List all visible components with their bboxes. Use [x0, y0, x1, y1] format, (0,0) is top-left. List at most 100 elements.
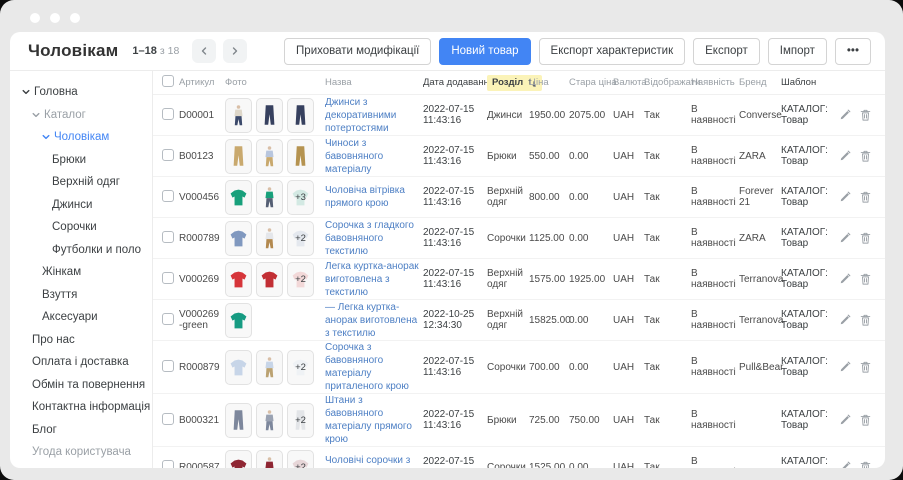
column-header-display[interactable]: Відображати — [644, 77, 691, 88]
product-name-link[interactable]: Сорочка з бавовняного матеріалу притален… — [325, 342, 409, 392]
edit-button[interactable] — [839, 414, 851, 426]
row-checkbox[interactable] — [162, 108, 174, 120]
edit-button[interactable] — [839, 150, 851, 162]
sidebar-item-оплата-і-доставка[interactable]: Оплата і доставка — [10, 351, 152, 374]
product-photo[interactable] — [256, 350, 283, 385]
row-checkbox[interactable] — [162, 149, 174, 161]
row-checkbox[interactable] — [162, 190, 174, 202]
sidebar-item-відгуки-про-магазин[interactable]: Відгуки про магазин — [10, 464, 152, 469]
product-name-link[interactable]: — Легка куртка-анорак виготовлена з текс… — [325, 302, 417, 339]
window-control-dot[interactable] — [70, 13, 80, 23]
window-control-dot[interactable] — [50, 13, 60, 23]
product-photo[interactable] — [256, 98, 283, 133]
sidebar-item-футболки-и-поло[interactable]: Футболки и поло — [10, 239, 152, 262]
product-photo[interactable] — [225, 450, 252, 469]
product-name-link[interactable]: Чоловічі сорочки з легкого текстилю — [325, 455, 410, 468]
sidebar-item-каталог[interactable]: Каталог — [10, 104, 152, 127]
delete-button[interactable] — [860, 273, 871, 285]
row-checkbox[interactable] — [162, 231, 174, 243]
row-checkbox[interactable] — [162, 360, 174, 372]
hide-modifications-button[interactable]: Приховати модифікації — [284, 38, 431, 65]
more-photos-badge[interactable]: +2 — [287, 262, 314, 297]
column-header-price[interactable]: Ціна — [529, 77, 569, 88]
sidebar-item-контактна-інформація[interactable]: Контактна інформація — [10, 396, 152, 419]
next-page-button[interactable] — [223, 39, 247, 63]
edit-button[interactable] — [839, 461, 851, 468]
sidebar-item-угода-користувача[interactable]: Угода користувача — [10, 441, 152, 464]
export-button[interactable]: Експорт — [693, 38, 760, 65]
delete-button[interactable] — [860, 150, 871, 162]
column-header-section[interactable]: Розділ — [487, 75, 529, 91]
product-photo[interactable] — [225, 98, 252, 133]
product-photo[interactable] — [225, 139, 252, 174]
delete-button[interactable] — [860, 109, 871, 121]
edit-button[interactable] — [839, 314, 851, 326]
row-checkbox[interactable] — [162, 460, 174, 469]
delete-button[interactable] — [860, 414, 871, 426]
sidebar-item-брюки[interactable]: Брюки — [10, 149, 152, 172]
column-header-date[interactable]: Дата додавання — [423, 77, 487, 88]
delete-button[interactable] — [860, 314, 871, 326]
product-name-link[interactable]: Сорочка з гладкого бавовняного текстилю — [325, 220, 414, 257]
product-photo[interactable] — [225, 350, 252, 385]
product-photo[interactable] — [225, 180, 252, 215]
sidebar-item-джинси[interactable]: Джинси — [10, 194, 152, 217]
edit-button[interactable] — [839, 191, 851, 203]
more-photos-badge[interactable]: +2 — [287, 350, 314, 385]
column-header-brand[interactable]: Бренд — [739, 77, 781, 88]
row-checkbox[interactable] — [162, 313, 174, 325]
product-photo[interactable] — [225, 303, 252, 338]
delete-button[interactable] — [860, 461, 871, 468]
product-name-link[interactable]: Штани з бавовняного матеріалу прямого кр… — [325, 395, 412, 445]
column-header-template[interactable]: Шаблон — [781, 77, 837, 88]
sidebar-item-жінкам[interactable]: Жінкам — [10, 261, 152, 284]
product-name-link[interactable]: Чоловіча вітрівка прямого крою — [325, 185, 405, 209]
product-photo[interactable] — [225, 221, 252, 256]
product-photo[interactable] — [256, 262, 283, 297]
product-photo[interactable] — [256, 450, 283, 469]
product-name-link[interactable]: Чиноси з бавовняного матеріалу — [325, 138, 383, 175]
product-photo[interactable] — [225, 403, 252, 438]
row-checkbox[interactable] — [162, 413, 174, 425]
new-product-button[interactable]: Новий товар — [439, 38, 530, 65]
edit-button[interactable] — [839, 361, 851, 373]
select-all-checkbox[interactable] — [162, 75, 174, 87]
sidebar-item-верхній-одяг[interactable]: Верхній одяг — [10, 171, 152, 194]
import-button[interactable]: Імпорт — [768, 38, 827, 65]
more-button[interactable]: ••• — [835, 38, 871, 65]
delete-button[interactable] — [860, 191, 871, 203]
more-photos-badge[interactable]: +2 — [287, 403, 314, 438]
sidebar-item-взуття[interactable]: Взуття — [10, 284, 152, 307]
sidebar-item-блог[interactable]: Блог — [10, 419, 152, 442]
prev-page-button[interactable] — [192, 39, 216, 63]
product-name-link[interactable]: Легка куртка-анорак виготовлена з тексти… — [325, 261, 419, 298]
sidebar-item-головна[interactable]: Головна — [10, 81, 152, 104]
product-photo[interactable] — [256, 139, 283, 174]
sidebar-item-обмін-та-повернення[interactable]: Обмін та повернення — [10, 374, 152, 397]
edit-button[interactable] — [839, 232, 851, 244]
column-header-name[interactable]: Назва — [325, 77, 423, 88]
column-header-currency[interactable]: Валюта — [613, 77, 644, 88]
product-photo[interactable] — [225, 262, 252, 297]
delete-button[interactable] — [860, 361, 871, 373]
product-name-link[interactable]: Джинси з декоративними потертостями — [325, 97, 396, 134]
column-header-availability[interactable]: Наявність — [691, 77, 739, 88]
delete-button[interactable] — [860, 232, 871, 244]
sidebar-item-про-нас[interactable]: Про нас — [10, 329, 152, 352]
product-photo[interactable] — [287, 139, 314, 174]
product-photo[interactable] — [256, 221, 283, 256]
more-photos-badge[interactable]: +2 — [287, 450, 314, 469]
more-photos-badge[interactable]: +3 — [287, 180, 314, 215]
column-header-sku[interactable]: Артикул — [179, 77, 225, 88]
column-header-photo[interactable]: Фото — [225, 77, 325, 88]
product-photo[interactable] — [256, 180, 283, 215]
sidebar-item-чоловікам[interactable]: Чоловікам — [10, 126, 152, 149]
edit-button[interactable] — [839, 109, 851, 121]
product-photo[interactable] — [256, 403, 283, 438]
row-checkbox[interactable] — [162, 272, 174, 284]
column-header-old_price[interactable]: Стара ціна — [569, 77, 613, 88]
sidebar-item-сорочки[interactable]: Сорочки — [10, 216, 152, 239]
edit-button[interactable] — [839, 273, 851, 285]
more-photos-badge[interactable]: +2 — [287, 221, 314, 256]
window-control-dot[interactable] — [30, 13, 40, 23]
